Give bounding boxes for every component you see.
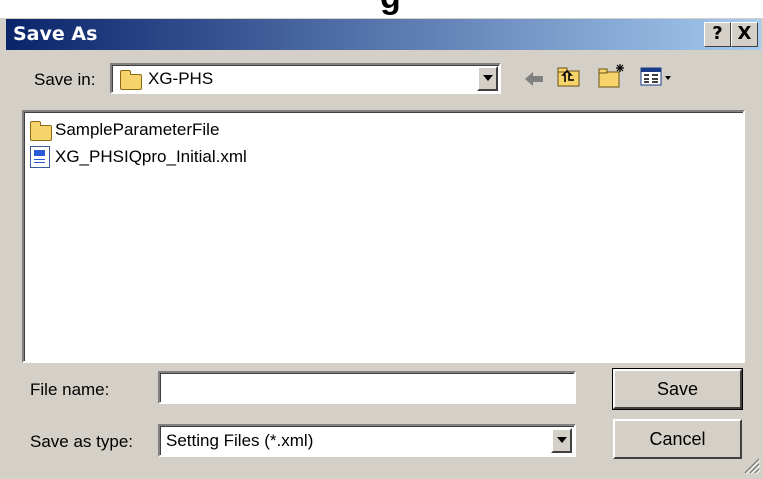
- save-in-combo[interactable]: XG-PHS: [110, 63, 501, 94]
- help-button[interactable]: ?: [704, 22, 731, 47]
- close-button[interactable]: X: [731, 22, 758, 47]
- save-as-type-value: Setting Files (*.xml): [166, 431, 314, 450]
- file-name-text: XG_PHSIQpro_Initial.xml: [55, 147, 247, 166]
- folder-icon: [30, 121, 52, 141]
- up-folder-icon[interactable]: [556, 65, 582, 89]
- view-menu-icon[interactable]: [640, 66, 674, 88]
- save-in-dropdown-button[interactable]: [477, 66, 498, 91]
- new-folder-icon[interactable]: [597, 62, 627, 90]
- resize-grip-icon[interactable]: [741, 455, 761, 475]
- file-name-label: File name:: [30, 380, 110, 399]
- file-list[interactable]: SampleParameterFile XG_PHSIQpro_Initial.…: [22, 110, 745, 363]
- save-as-type-select[interactable]: Setting Files (*.xml): [158, 424, 576, 457]
- save-in-value: XG-PHS: [148, 69, 214, 88]
- list-item[interactable]: SampleParameterFile: [27, 119, 287, 141]
- xml-file-icon: [30, 146, 50, 168]
- title-bar[interactable]: Save As ? X: [6, 19, 761, 50]
- save-button[interactable]: Save: [612, 368, 743, 410]
- folder-icon: [120, 70, 142, 90]
- list-item[interactable]: XG_PHSIQpro_Initial.xml: [27, 146, 307, 168]
- cancel-button[interactable]: Cancel: [613, 419, 742, 459]
- save-in-label: Save in:: [34, 70, 96, 89]
- background-title-fragment: g: [380, 0, 401, 17]
- back-icon[interactable]: [523, 70, 545, 88]
- file-name-input[interactable]: [158, 371, 576, 404]
- file-name-text: SampleParameterFile: [55, 120, 220, 139]
- save-as-type-dropdown-button[interactable]: [551, 428, 572, 453]
- save-as-type-label: Save as type:: [30, 432, 134, 451]
- window-title: Save As: [13, 23, 98, 45]
- save-as-dialog: Save As ? X Save in: XG-PHS SampleParame…: [0, 18, 763, 479]
